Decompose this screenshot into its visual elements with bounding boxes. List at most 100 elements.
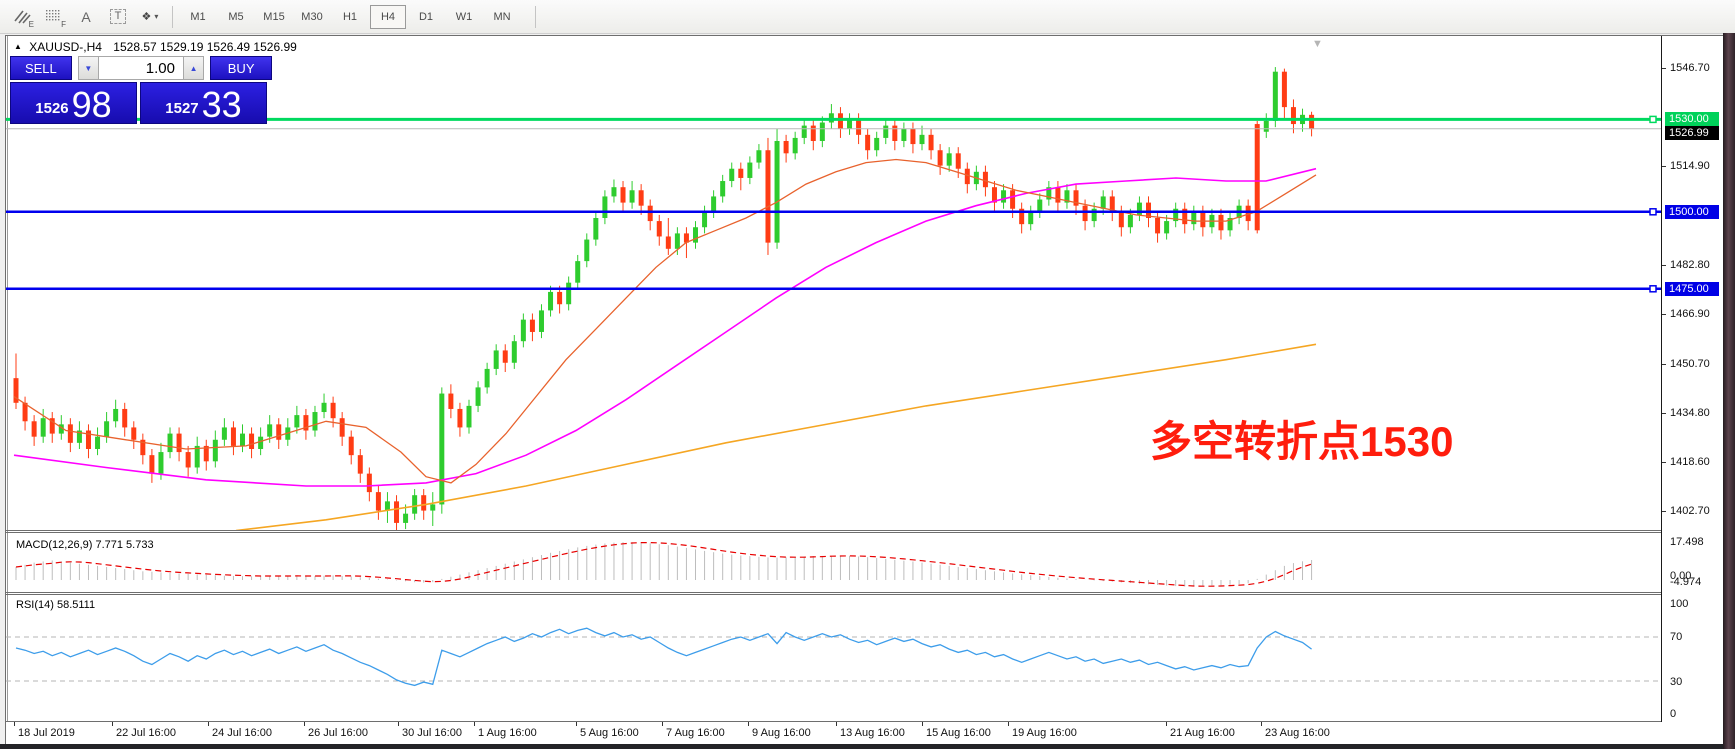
time-axis-label: 22 Jul 16:00 — [116, 727, 176, 739]
chart-annotation-text: 多空转折点1530 — [1150, 408, 1453, 469]
price-axis-label: 1450.70 — [1670, 358, 1710, 370]
toolbar-separator — [172, 6, 173, 28]
timeframe-button-h1[interactable]: H1 — [332, 5, 368, 29]
time-axis-label: 5 Aug 16:00 — [580, 727, 639, 739]
sell-price-big: 98 — [72, 88, 112, 122]
price-axis-tick — [1662, 68, 1666, 69]
time-axis-tick — [922, 722, 923, 726]
time-axis-tick — [1166, 722, 1167, 726]
volume-down-button[interactable]: ▼ — [78, 56, 99, 80]
time-axis-tick — [576, 722, 577, 726]
timeframe-button-w1[interactable]: W1 — [446, 5, 482, 29]
buy-button[interactable]: BUY — [210, 56, 272, 80]
price-axis-label: 1402.70 — [1670, 505, 1710, 517]
time-axis-tick — [14, 722, 15, 726]
one-click-trade-panel: SELL ▼ ▲ BUY 1526 98 1527 33 — [10, 56, 272, 124]
toolbar-separator — [535, 6, 536, 28]
price-axis-tick — [1662, 511, 1666, 512]
rsi-axis-label: 30 — [1670, 676, 1682, 688]
timeframe-button-m5[interactable]: M5 — [218, 5, 254, 29]
price-axis-label: 1434.80 — [1670, 407, 1710, 419]
time-axis-tick — [304, 722, 305, 726]
fibo-tool-f-icon[interactable]: F — [40, 4, 68, 30]
macd-axis-label: -4.974 — [1670, 576, 1701, 588]
time-axis-tick — [836, 722, 837, 726]
price-badge: 1500.00 — [1665, 205, 1719, 219]
time-axis-label: 9 Aug 16:00 — [752, 727, 811, 739]
time-axis-label: 23 Aug 16:00 — [1265, 727, 1330, 739]
time-axis-label: 15 Aug 16:00 — [926, 727, 991, 739]
pattern-tool-e-icon[interactable]: E — [8, 4, 36, 30]
timeframe-button-mn[interactable]: MN — [484, 5, 520, 29]
time-axis-label: 24 Jul 16:00 — [212, 727, 272, 739]
price-axis-label: 1418.60 — [1670, 456, 1710, 468]
time-axis-label: 21 Aug 16:00 — [1170, 727, 1235, 739]
time-axis-label: 26 Jul 16:00 — [308, 727, 368, 739]
rsi-axis-label: 0 — [1670, 708, 1676, 720]
timeframe-button-m1[interactable]: M1 — [180, 5, 216, 29]
time-axis-label: 19 Aug 16:00 — [1012, 727, 1077, 739]
toolbar: EFAT❖▾ M1M5M15M30H1H4D1W1MN — [0, 0, 1735, 34]
time-axis-tick — [398, 722, 399, 726]
buy-price-small: 1527 — [165, 100, 198, 117]
price-axis-tick — [1662, 314, 1666, 315]
time-axis-tick — [1261, 722, 1262, 726]
textbox-tool-t-icon[interactable]: T — [104, 4, 132, 30]
time-axis-tick — [474, 722, 475, 726]
rsi-line-chart — [6, 595, 1661, 721]
price-badge: 1526.99 — [1665, 126, 1719, 140]
drawing-tools-group: EFAT❖▾ — [6, 4, 166, 30]
rsi-axis-label: 100 — [1670, 598, 1688, 610]
rsi-panel[interactable]: RSI(14) 58.5111 — [6, 595, 1661, 721]
timeframe-button-d1[interactable]: D1 — [408, 5, 444, 29]
macd-histogram — [6, 533, 1661, 592]
rsi-axis-label: 70 — [1670, 631, 1682, 643]
sell-price-small: 1526 — [35, 100, 68, 117]
price-axis-label: 1514.90 — [1670, 160, 1710, 172]
time-axis-tick — [1008, 722, 1009, 726]
time-axis-tick — [662, 722, 663, 726]
app-window: EFAT❖▾ M1M5M15M30H1H4D1W1MN ▼ ▲ XAUUSD-,… — [0, 0, 1735, 749]
collapse-icon[interactable]: ▲ — [14, 42, 22, 51]
text-tool-a-icon[interactable]: A — [72, 4, 100, 30]
main-chart-plot[interactable]: ▼ ▲ XAUUSD-,H4 1528.57 1529.19 1526.49 1… — [6, 36, 1661, 530]
timeframe-button-h4[interactable]: H4 — [370, 5, 406, 29]
buy-price-box[interactable]: 1527 33 — [140, 82, 267, 124]
background-bottom-edge — [0, 744, 1723, 749]
price-axis-tick — [1662, 364, 1666, 365]
time-axis-label: 18 Jul 2019 — [18, 727, 75, 739]
time-axis-tick — [748, 722, 749, 726]
price-badge: 1475.00 — [1665, 282, 1719, 296]
volume-input[interactable] — [99, 56, 183, 80]
panel-separator[interactable] — [6, 530, 1661, 531]
macd-axis-label: 17.498 — [1670, 536, 1704, 548]
panel-separator[interactable] — [6, 592, 1661, 593]
ohlc-values: 1528.57 1529.19 1526.49 1526.99 — [113, 40, 297, 54]
price-axis-tick — [1662, 166, 1666, 167]
sell-button[interactable]: SELL — [10, 56, 72, 80]
cursor-tool-icon[interactable]: ❖▾ — [136, 4, 164, 30]
macd-label: MACD(12,26,9) 7.771 5.733 — [16, 539, 154, 551]
time-axis-label: 30 Jul 16:00 — [402, 727, 462, 739]
time-axis[interactable]: 18 Jul 2019 22 Jul 16:00 24 Jul 16:00 26 Ju… — [6, 722, 1721, 742]
time-axis-label: 1 Aug 16:00 — [478, 727, 537, 739]
price-axis-label: 1466.90 — [1670, 308, 1710, 320]
price-axis[interactable]: 1546.70 1514.90 1482.80 1466.90 1450.70 1434.… — [1661, 36, 1721, 722]
time-axis-label: 13 Aug 16:00 — [840, 727, 905, 739]
price-axis-label: 1482.80 — [1670, 259, 1710, 271]
time-axis-tick — [112, 722, 113, 726]
volume-up-button[interactable]: ▲ — [183, 56, 204, 80]
timeframe-button-m30[interactable]: M30 — [294, 5, 330, 29]
sell-price-box[interactable]: 1526 98 — [10, 82, 137, 124]
timeframe-buttons-group: M1M5M15M30H1H4D1W1MN — [179, 5, 521, 29]
price-axis-label: 1546.70 — [1670, 62, 1710, 74]
chart-window: ▼ ▲ XAUUSD-,H4 1528.57 1529.19 1526.49 1… — [5, 35, 1724, 745]
macd-panel[interactable]: MACD(12,26,9) 7.771 5.733 — [6, 533, 1661, 592]
buy-price-big: 33 — [202, 88, 242, 122]
price-badge: 1530.00 — [1665, 112, 1719, 126]
timeframe-button-m15[interactable]: M15 — [256, 5, 292, 29]
time-axis-label: 7 Aug 16:00 — [666, 727, 725, 739]
price-axis-tick — [1662, 462, 1666, 463]
symbol-period-label: XAUUSD-,H4 — [29, 40, 102, 54]
chart-shift-marker-icon[interactable]: ▼ — [1312, 38, 1323, 50]
